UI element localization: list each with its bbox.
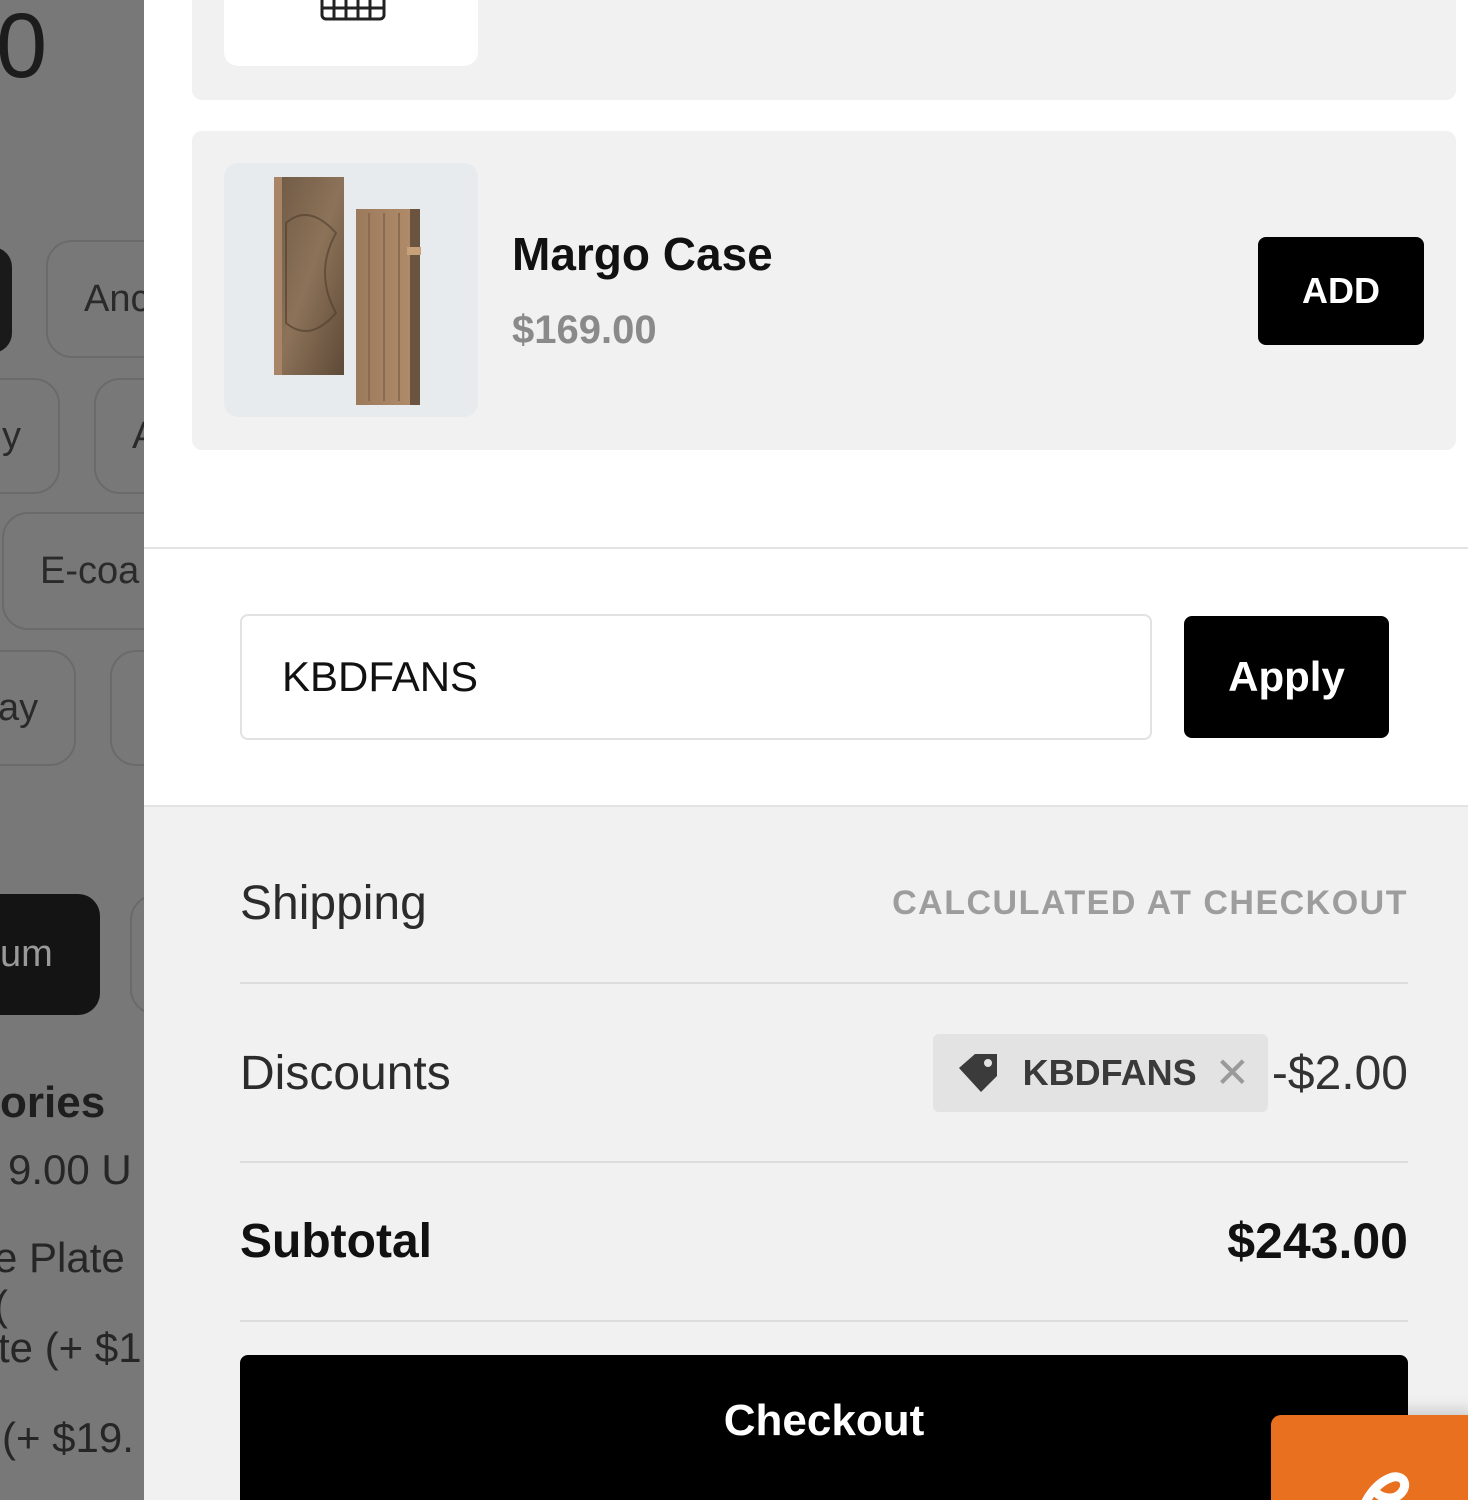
background-line: 9.00 U	[8, 1146, 132, 1193]
shipping-row: Shipping CALCULATED AT CHECKOUT	[240, 847, 1408, 959]
cart-totals: Shipping CALCULATED AT CHECKOUT Discount…	[144, 805, 1468, 1500]
cart-drawer: Margo Case $169.00 ADD Apply Shipping CA…	[144, 0, 1468, 1500]
divider	[240, 1161, 1408, 1163]
product-card-margo-case: Margo Case $169.00 ADD	[192, 131, 1456, 450]
product-thumbnail	[224, 163, 478, 417]
subtotal-label: Subtotal	[240, 1214, 432, 1268]
background-option-pill: E-coa	[2, 512, 144, 630]
checkout-button[interactable]: Checkout	[240, 1355, 1408, 1500]
divider	[240, 1320, 1408, 1322]
add-to-cart-button[interactable]: ADD	[1258, 237, 1424, 345]
tag-icon	[958, 1054, 997, 1092]
background-option-pill: Anc	[46, 240, 144, 358]
product-name: Margo Case	[512, 228, 773, 280]
product-price: $169.00	[512, 308, 657, 352]
discount-code-input[interactable]	[240, 614, 1152, 740]
background-line: e Plate (	[0, 1234, 125, 1329]
discount-form: Apply	[144, 549, 1468, 805]
discount-amount: -$2.00	[1271, 1046, 1408, 1100]
discount-tag-code: KBDFANS	[1022, 1052, 1197, 1093]
product-card	[192, 0, 1456, 100]
background-page: 0 Anc y A E-coa ay um ories 9.00 U e Pla…	[0, 0, 144, 1500]
discount-tag: KBDFANS ✕	[932, 1034, 1268, 1112]
product-thumbnail	[224, 0, 478, 66]
apply-discount-button[interactable]: Apply	[1184, 616, 1389, 738]
discounts-label: Discounts	[240, 1046, 451, 1100]
discounts-row: Discounts KBDFANS ✕ -$2.00	[240, 1027, 1408, 1119]
close-icon[interactable]: ✕	[1215, 1052, 1250, 1094]
chat-icon	[1361, 1472, 1410, 1500]
chat-launcher[interactable]	[1271, 1415, 1468, 1500]
background-price-digit: 0	[0, 0, 48, 97]
background-option-pill	[130, 894, 144, 1015]
background-line: te (+ $1	[0, 1324, 142, 1371]
background-selected-option: um	[0, 894, 100, 1015]
background-option-pill: A	[94, 378, 144, 494]
divider	[240, 982, 1408, 984]
discounts-value: KBDFANS ✕ -$2.00	[932, 1034, 1408, 1112]
background-option-pill: ay	[0, 650, 76, 766]
background-section-title: ories	[0, 1078, 106, 1127]
background-option-pill: y	[0, 378, 60, 494]
subtotal-row: Subtotal $243.00	[240, 1195, 1408, 1287]
shipping-value: CALCULATED AT CHECKOUT	[892, 883, 1408, 922]
shipping-label: Shipping	[240, 876, 427, 930]
background-selected-pill	[0, 247, 12, 353]
background-option-pill	[110, 650, 144, 766]
subtotal-value: $243.00	[1227, 1213, 1408, 1269]
background-line: (+ $19.	[2, 1414, 134, 1461]
